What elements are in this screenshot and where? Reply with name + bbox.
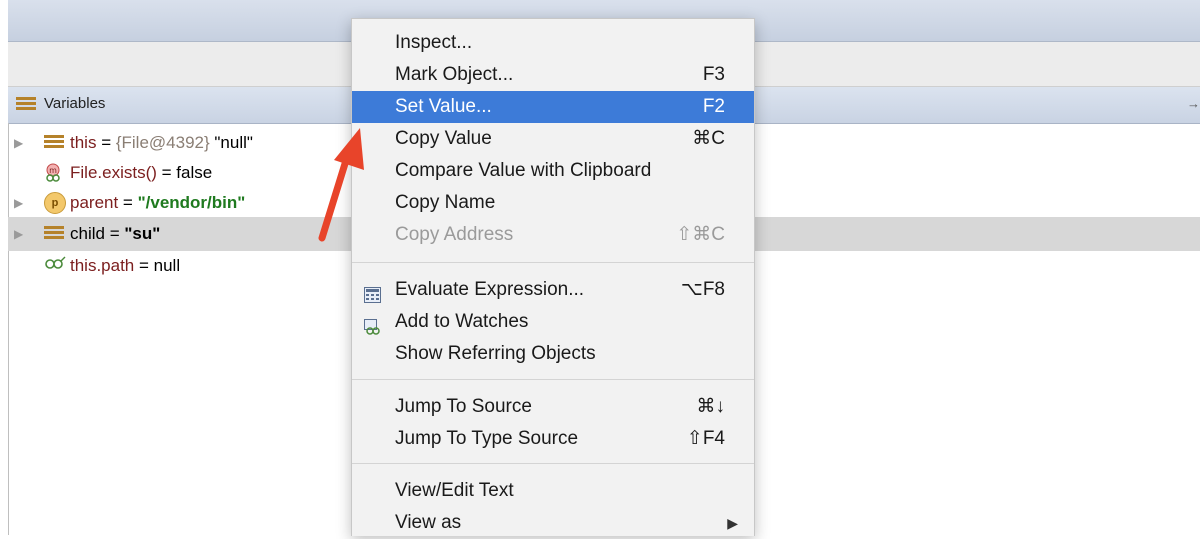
method-watch-icon: m xyxy=(44,163,64,183)
variable-type: {File@4392} xyxy=(115,133,210,152)
equals-sign: = xyxy=(96,133,116,152)
expand-triangle-icon[interactable]: ▶ xyxy=(14,217,23,251)
variable-value: "/vendor/bin" xyxy=(137,193,246,212)
menu-item-shortcut: ⌥F8 xyxy=(680,279,725,300)
menu-item-label: Copy Name xyxy=(395,192,496,213)
menu-item-label: Inspect... xyxy=(395,32,473,53)
variable-name: this xyxy=(70,133,97,152)
tree-row-text: this.path = null xyxy=(70,251,180,281)
equals-sign: = xyxy=(118,193,138,212)
menu-separator xyxy=(352,262,754,263)
variable-value: "su" xyxy=(124,224,161,243)
calculator-icon xyxy=(364,282,381,303)
menu-item-jump-to-source[interactable]: Jump To Source ⌘↓ xyxy=(352,391,754,423)
variable-value: false xyxy=(176,163,213,182)
expand-triangle-icon[interactable]: ▶ xyxy=(14,188,23,218)
menu-item-copy-name[interactable]: Copy Name xyxy=(352,187,754,219)
tree-row-text: this = {File@4392} "null" xyxy=(70,128,253,158)
menu-item-label: Copy Address xyxy=(395,224,514,245)
menu-item-label: Mark Object... xyxy=(395,64,514,85)
variable-value: null xyxy=(153,256,181,275)
menu-item-view-edit-text[interactable]: View/Edit Text xyxy=(352,475,754,507)
collapse-arrow-icon[interactable]: → xyxy=(1187,96,1200,111)
variables-icon xyxy=(16,97,36,113)
menu-item-shortcut: ⇧⌘C xyxy=(676,224,725,245)
field-icon xyxy=(44,226,64,242)
variable-name: File.exists() xyxy=(70,163,157,182)
variable-name: this.path xyxy=(70,256,135,275)
watch-icon xyxy=(44,251,66,281)
equals-sign: = xyxy=(156,163,177,182)
menu-item-label: Jump To Source xyxy=(395,396,532,417)
parameter-icon: p xyxy=(44,192,66,214)
svg-text:m: m xyxy=(49,166,57,175)
menu-item-compare-value[interactable]: Compare Value with Clipboard xyxy=(352,155,754,187)
menu-item-show-referring-objects[interactable]: Show Referring Objects xyxy=(352,338,754,370)
variable-value: "null" xyxy=(209,133,253,152)
menu-item-label: Add to Watches xyxy=(395,311,529,332)
menu-item-view-as[interactable]: View as ▶ xyxy=(352,507,754,539)
menu-item-shortcut: F2 xyxy=(702,96,725,117)
equals-sign: = xyxy=(104,224,125,243)
menu-item-label: Set Value... xyxy=(395,96,492,117)
menu-separator xyxy=(352,463,754,464)
menu-item-jump-to-type-source[interactable]: Jump To Type Source ⇧F4 xyxy=(352,423,754,455)
menu-item-set-value[interactable]: Set Value... F2 xyxy=(352,91,754,123)
menu-separator xyxy=(352,379,754,380)
menu-item-shortcut: ⌘C xyxy=(692,128,725,149)
menu-item-add-to-watches[interactable]: Add to Watches xyxy=(352,306,754,338)
expand-triangle-icon[interactable]: ▶ xyxy=(14,128,23,158)
context-menu: Inspect... Mark Object... F3 Set Value...… xyxy=(351,18,755,536)
menu-item-mark-object[interactable]: Mark Object... F3 xyxy=(352,59,754,91)
menu-item-label: Evaluate Expression... xyxy=(395,279,585,300)
annotation-arrow-icon xyxy=(318,128,364,242)
variable-name: parent xyxy=(70,193,119,212)
watches-icon xyxy=(364,314,381,335)
tree-row-text: child = "su" xyxy=(70,217,160,251)
variable-name: child xyxy=(70,224,105,243)
submenu-arrow-icon: ▶ xyxy=(727,515,738,531)
menu-item-copy-address: Copy Address ⇧⌘C xyxy=(352,219,754,251)
menu-item-label: Show Referring Objects xyxy=(395,343,596,364)
menu-item-inspect[interactable]: Inspect... xyxy=(352,27,754,59)
menu-item-label: Copy Value xyxy=(395,128,492,149)
menu-item-shortcut: ⇧F4 xyxy=(686,428,725,449)
menu-item-copy-value[interactable]: Copy Value ⌘C xyxy=(352,123,754,155)
tree-row-text: parent = "/vendor/bin" xyxy=(70,188,245,218)
menu-item-label: Compare Value with Clipboard xyxy=(395,160,652,181)
tree-row-text: File.exists() = false xyxy=(70,158,212,188)
menu-item-label: View as xyxy=(395,512,462,533)
menu-item-label: View/Edit Text xyxy=(395,480,514,501)
equals-sign: = xyxy=(134,256,154,275)
menu-item-label: Jump To Type Source xyxy=(395,428,579,449)
field-icon xyxy=(44,135,64,151)
menu-item-evaluate-expression[interactable]: Evaluate Expression... ⌥F8 xyxy=(352,274,754,306)
menu-item-shortcut: F3 xyxy=(702,64,725,85)
panel-title: Variables xyxy=(44,95,106,112)
menu-item-shortcut: ⌘↓ xyxy=(696,396,726,417)
